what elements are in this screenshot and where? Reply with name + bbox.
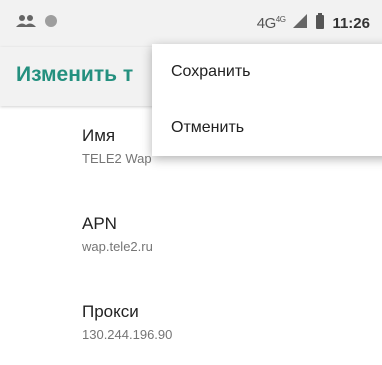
pref-summary: wap.tele2.ru [82, 239, 153, 254]
battery-icon [315, 12, 325, 34]
pref-item-proxy[interactable]: Прокси 130.244.196.90 [82, 302, 172, 344]
network-type-label: 4G4G [256, 14, 286, 32]
status-right-icons: 4G4G 11:26 [256, 12, 370, 34]
pref-item-apn[interactable]: APN wap.tele2.ru [82, 214, 153, 256]
signal-icon [292, 13, 308, 34]
circle-icon [44, 14, 58, 33]
pref-item-name[interactable]: Имя TELE2 Wap [82, 126, 152, 168]
pref-title: APN [82, 214, 117, 233]
overflow-menu: Сохранить Отменить [152, 44, 382, 156]
people-icon [16, 14, 36, 33]
pref-summary: 130.244.196.90 [82, 327, 173, 342]
page-title: Изменить т [16, 63, 134, 86]
status-left-icons [16, 14, 58, 32]
menu-item-save[interactable]: Сохранить [152, 44, 382, 100]
status-time: 11:26 [332, 14, 370, 32]
pref-title: Имя [82, 126, 116, 145]
pref-summary: TELE2 Wap [82, 151, 152, 166]
pref-title: Прокси [82, 302, 139, 321]
menu-item-cancel[interactable]: Отменить [152, 100, 382, 156]
status-bar: 4G4G 11:26 [0, 0, 382, 47]
